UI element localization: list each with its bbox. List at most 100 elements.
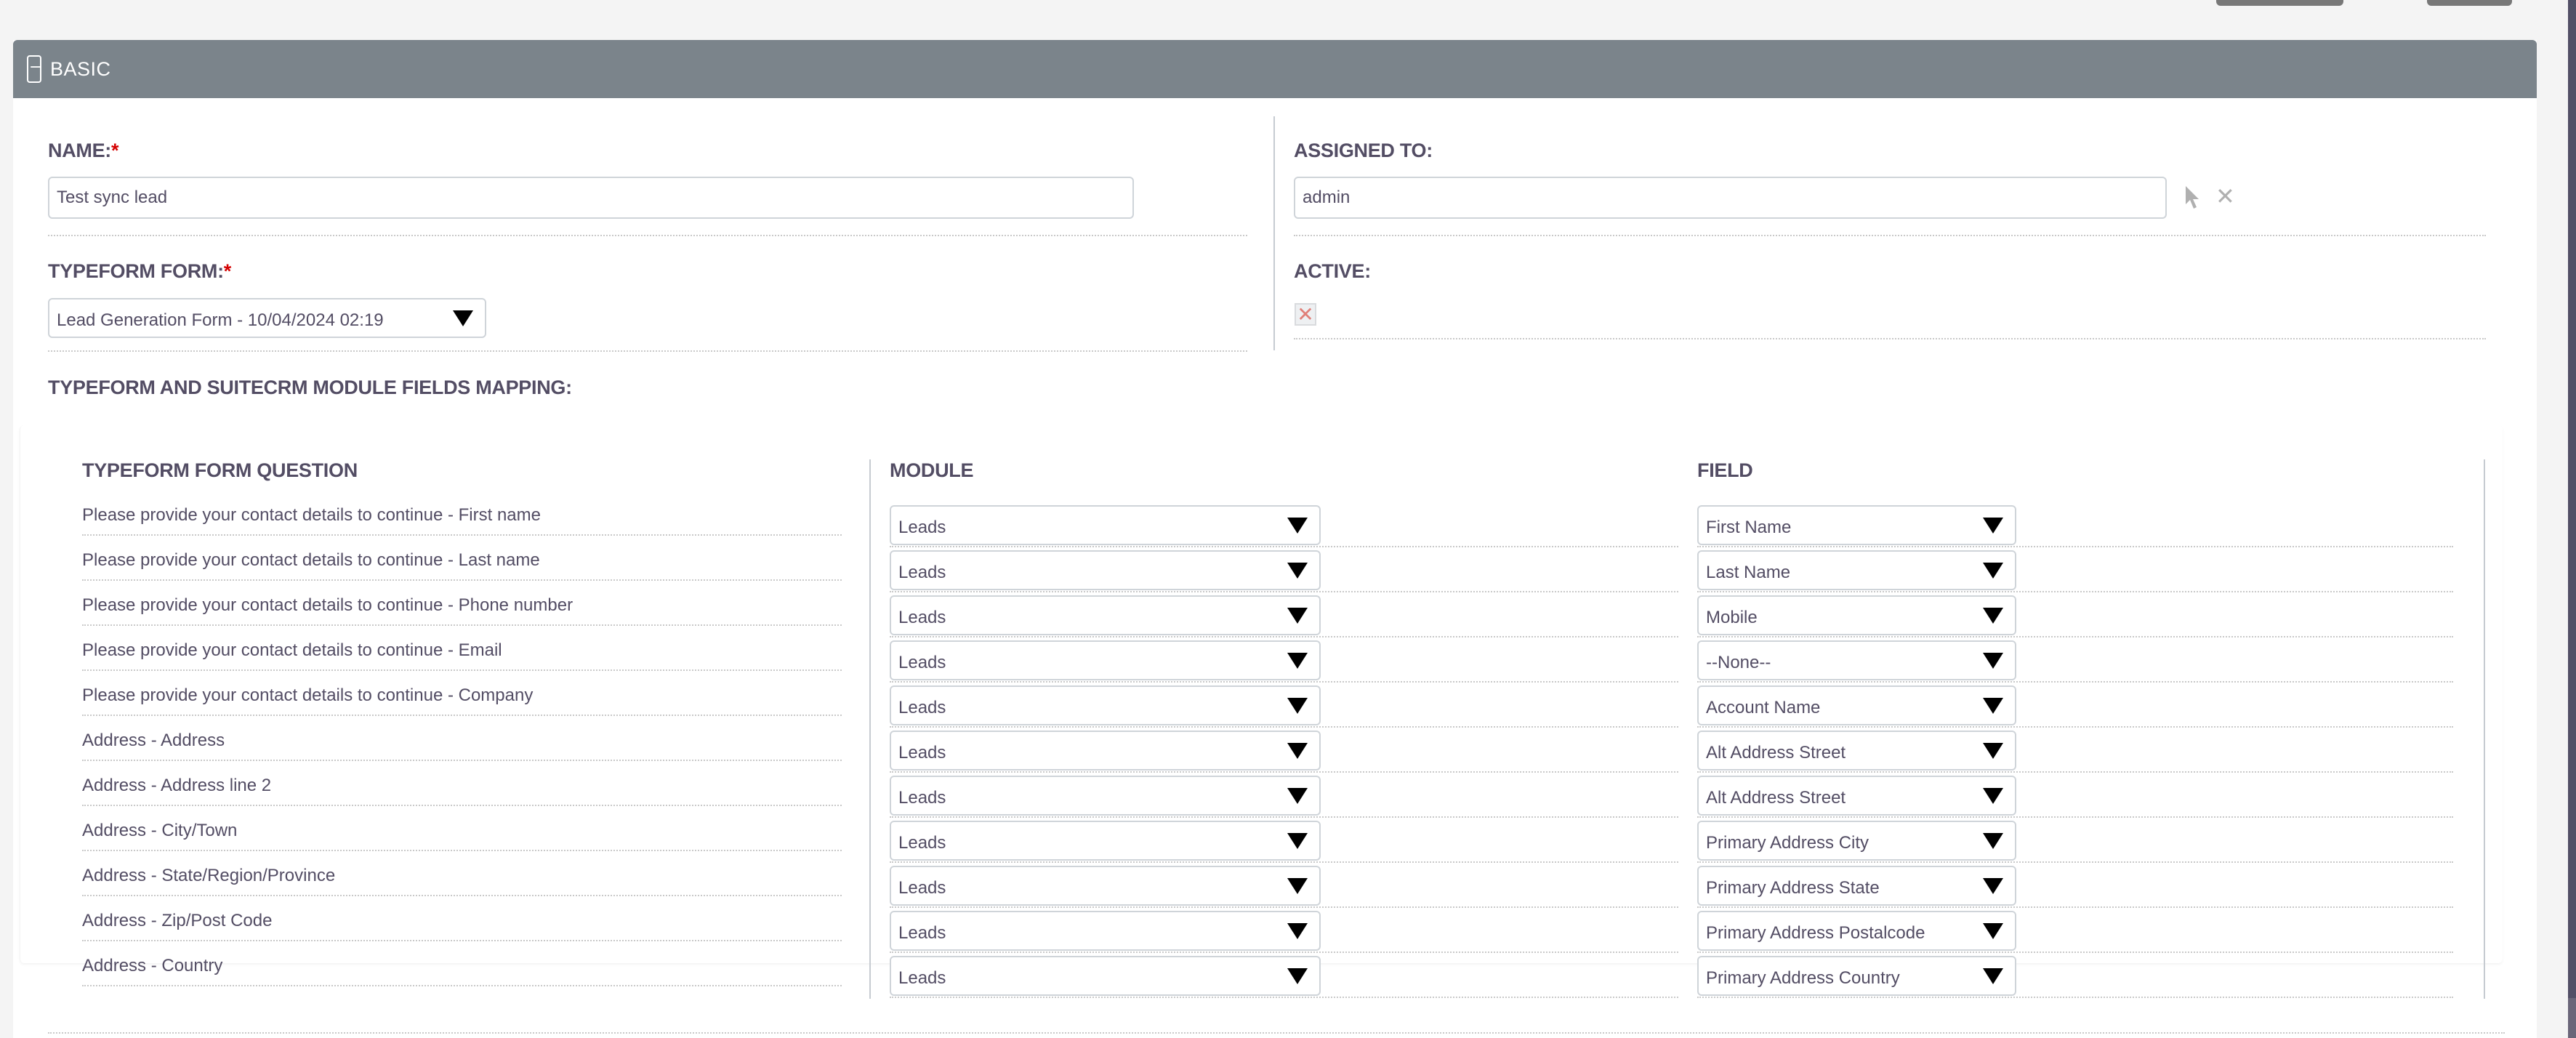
question-text: Please provide your contact details to c… [82,595,573,615]
module-select[interactable]: Leads [890,866,1321,906]
chevron-down-icon [1983,832,2003,849]
divider [1294,235,2486,236]
module-value: Leads [898,922,946,943]
field-select[interactable]: Last Name [1697,550,2016,590]
module-select[interactable]: Leads [890,776,1321,816]
chevron-down-icon [1287,877,1308,894]
chevron-down-icon [1983,922,2003,939]
row-divider [1697,816,2453,818]
cursor-arrow-icon[interactable] [2184,185,2203,210]
typeform-form-select[interactable]: Lead Generation Form - 10/04/2024 02:19 [48,298,486,338]
chevron-down-icon [1287,562,1308,579]
question-text: Address - Zip/Post Code [82,911,273,930]
module-select[interactable]: Leads [890,595,1321,635]
question-text: Address - City/Town [82,821,238,840]
chevron-down-icon [1287,697,1308,714]
module-select[interactable]: Leads [890,640,1321,680]
close-icon[interactable]: ✕ [2215,183,2235,209]
collapse-icon[interactable]: − [27,55,42,83]
module-select[interactable]: Leads [890,911,1321,951]
name-label-text: NAME: [48,140,111,161]
field-select[interactable]: Account Name [1697,685,2016,725]
field-value: Alt Address Street [1706,787,1846,808]
question-text: Address - Country [82,956,223,975]
row-divider [890,591,1678,592]
module-value: Leads [898,832,946,853]
chevron-down-icon [1983,742,2003,759]
field-select[interactable]: Primary Address Country [1697,956,2016,996]
module-value: Leads [898,652,946,672]
module-select[interactable]: Leads [890,685,1321,725]
chevron-down-icon [1983,697,2003,714]
row-divider [1697,591,2453,592]
top-action-button-2[interactable] [2427,0,2512,6]
row-divider [82,940,842,941]
row-divider [890,546,1678,547]
module-value: Leads [898,517,946,537]
row-divider [890,771,1678,773]
column-separator [2484,459,2485,999]
chevron-down-icon [1287,607,1308,624]
row-divider [1697,771,2453,773]
row-divider [1697,997,2453,998]
divider [1294,338,2486,339]
row-divider [82,895,842,896]
field-select[interactable]: Primary Address City [1697,821,2016,861]
module-select[interactable]: Leads [890,956,1321,996]
name-input[interactable]: Test sync lead [48,177,1134,219]
chevron-down-icon [1287,922,1308,939]
chevron-down-icon [1287,652,1308,669]
row-divider [82,579,842,581]
field-select[interactable]: --None-- [1697,640,2016,680]
field-select[interactable]: Alt Address Street [1697,731,2016,771]
scrollbar-thumb[interactable] [2568,998,2576,1038]
module-value: Leads [898,562,946,582]
question-text: Please provide your contact details to c… [82,685,534,705]
divider [48,350,1247,352]
page-scrollbar[interactable] [2568,0,2576,1038]
field-value: Last Name [1706,562,1791,582]
row-divider [1697,906,2453,908]
field-value: Mobile [1706,607,1758,627]
field-value: Account Name [1706,697,1821,717]
module-select[interactable]: Leads [890,731,1321,771]
module-select[interactable]: Leads [890,550,1321,590]
assigned-to-label: ASSIGNED TO: [1294,140,1433,161]
row-divider [82,534,842,536]
module-select[interactable]: Leads [890,821,1321,861]
chevron-down-icon [1983,967,2003,984]
field-select[interactable]: Alt Address Street [1697,776,2016,816]
divider [48,1032,2505,1034]
question-text: Address - Address line 2 [82,776,272,795]
field-value: Primary Address Country [1706,967,1900,988]
active-checkbox[interactable]: ✕ [1295,302,1316,326]
row-divider [82,715,842,716]
module-select[interactable]: Leads [890,505,1321,545]
module-value: Leads [898,787,946,808]
column-header-question: TYPEFORM FORM QUESTION [82,459,358,481]
module-value: Leads [898,697,946,717]
required-mark: * [111,140,119,161]
row-divider [890,816,1678,818]
question-text: Address - State/Region/Province [82,866,336,885]
row-divider [82,760,842,761]
field-select[interactable]: Primary Address State [1697,866,2016,906]
question-text: Please provide your contact details to c… [82,505,541,525]
field-value: Primary Address State [1706,877,1880,898]
row-divider [890,952,1678,953]
panel-header[interactable]: − BASIC [13,40,2537,98]
assigned-to-input[interactable]: admin [1294,177,2167,219]
field-select[interactable]: Mobile [1697,595,2016,635]
field-select[interactable]: Primary Address Postalcode [1697,911,2016,951]
row-divider [82,805,842,806]
row-divider [82,669,842,671]
row-divider [1697,861,2453,863]
field-select[interactable]: First Name [1697,505,2016,545]
column-header-module: MODULE [890,459,974,481]
divider [48,235,1247,236]
field-value: Alt Address Street [1706,742,1846,763]
mapping-label: TYPEFORM AND SUITECRM MODULE FIELDS MAPP… [48,377,572,398]
module-value: Leads [898,742,946,763]
top-action-button-1[interactable] [2216,0,2343,6]
field-value: First Name [1706,517,1792,537]
